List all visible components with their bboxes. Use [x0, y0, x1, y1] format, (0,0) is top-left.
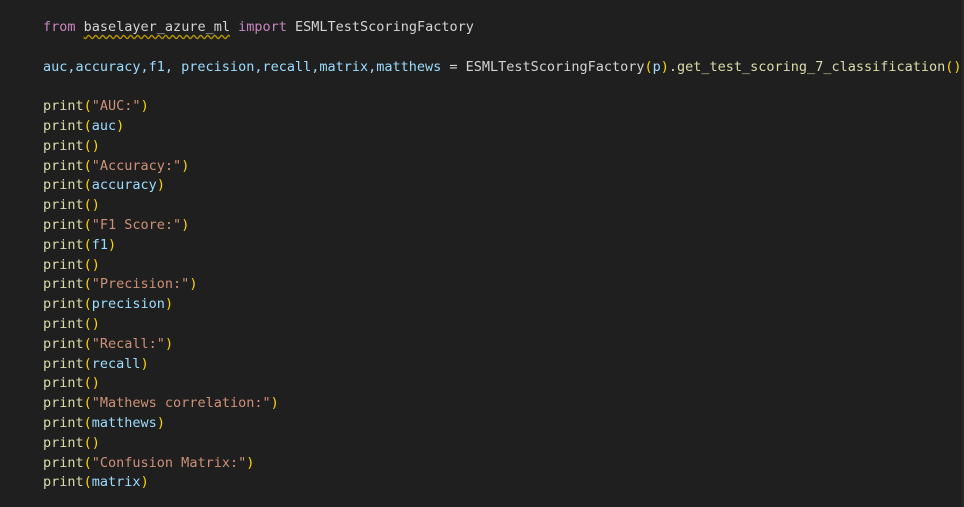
print-function: print: [43, 375, 84, 392]
module-name: baselayer_azure_ml: [83, 19, 230, 35]
string-literal: "F1 Score:": [91, 216, 182, 233]
keyword-import: import: [238, 19, 287, 35]
print-function: print: [43, 454, 84, 471]
print-function: print: [43, 355, 84, 372]
print-function: print: [43, 335, 84, 352]
print-function: print: [43, 296, 84, 313]
string-literal: "Confusion Matrix:": [91, 454, 247, 471]
code-line-assignment[interactable]: auc,accuracy,f1, precision,recall,matrix…: [43, 58, 962, 78]
variable: auc: [91, 117, 117, 134]
code-line-blank[interactable]: [43, 38, 962, 58]
code-line-print[interactable]: print("Confusion Matrix:"): [43, 454, 962, 474]
print-function: print: [43, 197, 84, 214]
code-line-print[interactable]: print(recall): [43, 355, 962, 375]
print-function: print: [43, 98, 84, 115]
variable: precision: [91, 296, 165, 313]
factory-class: ESMLTestScoringFactory: [465, 58, 645, 75]
print-function: print: [43, 276, 84, 293]
string-literal: "Precision:": [91, 276, 190, 293]
code-line-print[interactable]: print(matrix): [43, 473, 962, 493]
print-function: print: [43, 474, 84, 491]
code-line-print[interactable]: print(accuracy): [43, 176, 962, 196]
assignment-targets: auc,accuracy,f1, precision,recall,matrix…: [43, 58, 442, 75]
print-function: print: [43, 137, 84, 154]
code-line-print[interactable]: print("Precision:"): [43, 275, 962, 295]
print-function: print: [43, 216, 84, 233]
keyword-from: from: [43, 19, 76, 35]
variable: matthews: [91, 414, 157, 431]
code-editor[interactable]: from baselayer_azure_ml import ESMLTestS…: [0, 0, 964, 507]
code-line-print[interactable]: print("Mathews correlation:"): [43, 394, 962, 414]
print-function: print: [43, 395, 84, 412]
code-line-print[interactable]: print(auc): [43, 117, 962, 137]
print-function: print: [43, 256, 84, 273]
code-line-print[interactable]: print("Accuracy:"): [43, 157, 962, 177]
factory-arg: p: [652, 58, 661, 75]
code-line-print[interactable]: print(): [43, 374, 962, 394]
code-line-blank[interactable]: [43, 77, 962, 97]
code-line-print[interactable]: print(): [43, 434, 962, 454]
print-function: print: [43, 315, 84, 332]
code-line-import[interactable]: from baselayer_azure_ml import ESMLTestS…: [43, 18, 962, 38]
variable: accuracy: [91, 177, 157, 194]
string-literal: "AUC:": [91, 98, 141, 115]
imported-class: ESMLTestScoringFactory: [295, 19, 474, 35]
code-line-print[interactable]: print(): [43, 315, 962, 335]
string-literal: "Recall:": [91, 335, 165, 352]
code-line-print[interactable]: print("Recall:"): [43, 335, 962, 355]
string-literal: "Accuracy:": [91, 157, 182, 174]
print-function: print: [43, 434, 84, 451]
variable: recall: [91, 355, 141, 372]
print-function: print: [43, 414, 84, 431]
code-line-print[interactable]: print(matthews): [43, 414, 962, 434]
code-line-print[interactable]: print(): [43, 137, 962, 157]
code-line-print[interactable]: print(): [43, 196, 962, 216]
print-function: print: [43, 117, 84, 134]
method-call: .get_test_scoring_7_classification: [668, 58, 946, 75]
variable: f1: [91, 236, 109, 253]
print-function: print: [43, 177, 84, 194]
string-literal: "Mathews correlation:": [91, 395, 271, 412]
code-line-print[interactable]: print(): [43, 256, 962, 276]
code-content[interactable]: from baselayer_azure_ml import ESMLTestS…: [43, 18, 962, 493]
print-function: print: [43, 157, 84, 174]
code-line-print[interactable]: print(precision): [43, 295, 962, 315]
code-line-print[interactable]: print("F1 Score:"): [43, 216, 962, 236]
code-line-print[interactable]: print("AUC:"): [43, 97, 962, 117]
variable: matrix: [91, 474, 141, 491]
print-function: print: [43, 236, 84, 253]
code-line-print[interactable]: print(f1): [43, 236, 962, 256]
